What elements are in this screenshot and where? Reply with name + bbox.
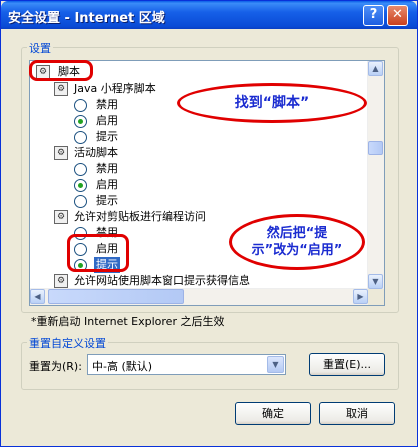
title-bar: 安全设置 - Internet 区域 ? ✕ bbox=[1, 1, 417, 29]
annotation-change-text: 然后把“提示”改为“启用” bbox=[251, 226, 343, 258]
window-title: 安全设置 - Internet 区域 bbox=[8, 11, 165, 26]
vertical-scroll-thumb[interactable] bbox=[368, 141, 383, 155]
radio-button-checked[interactable] bbox=[74, 179, 87, 192]
radio-button[interactable] bbox=[74, 195, 87, 208]
option-label: 禁用 bbox=[96, 98, 118, 111]
reset-group-label: 重置自定义设置 bbox=[27, 335, 108, 351]
horizontal-scrollbar[interactable]: ◀ ▶ bbox=[30, 288, 368, 305]
highlight-clipboard-options bbox=[67, 234, 129, 272]
settings-icon: ⚙ bbox=[54, 210, 68, 224]
highlight-script-item bbox=[29, 60, 93, 81]
reset-to-label: 重置为(R): bbox=[29, 360, 82, 373]
reset-level-value: 中-高 (默认) bbox=[92, 360, 153, 373]
tree-item-website-label: 允许网站使用脚本窗口提示获得信息 bbox=[74, 274, 250, 287]
radio-button[interactable] bbox=[74, 163, 87, 176]
ok-button[interactable]: 确定 bbox=[235, 402, 311, 425]
reset-level-dropdown[interactable]: 中-高 (默认) ▼ bbox=[87, 354, 286, 375]
restart-note: *重新启动 Internet Explorer 之后生效 bbox=[31, 315, 225, 328]
settings-icon: ⚙ bbox=[54, 274, 68, 288]
scroll-right-button[interactable]: ▶ bbox=[353, 289, 368, 304]
help-button[interactable]: ? bbox=[363, 5, 384, 26]
annotation-change-to-enable: 然后把“提示”改为“启用” bbox=[229, 214, 365, 270]
radio-button[interactable] bbox=[74, 131, 87, 144]
tree-item-java-label: Java 小程序脚本 bbox=[74, 82, 156, 95]
close-button[interactable]: ✕ bbox=[387, 5, 408, 26]
annotation-find-text: 找到“脚本” bbox=[234, 95, 310, 111]
option-label: 禁用 bbox=[96, 162, 118, 175]
chevron-down-icon[interactable]: ▼ bbox=[267, 356, 284, 373]
radio-button-checked[interactable] bbox=[74, 115, 87, 128]
horizontal-scroll-thumb[interactable] bbox=[48, 289, 184, 304]
option-label: 启用 bbox=[96, 178, 118, 191]
scrollbar-corner bbox=[368, 289, 384, 305]
option-label: 提示 bbox=[96, 194, 118, 207]
settings-group-label: 设置 bbox=[27, 40, 53, 56]
settings-icon: ⚙ bbox=[54, 82, 68, 96]
settings-icon: ⚙ bbox=[54, 146, 68, 160]
scroll-down-button[interactable]: ▼ bbox=[368, 274, 383, 289]
option-label: 提示 bbox=[96, 130, 118, 143]
tree-item-active-label: 活动脚本 bbox=[74, 146, 118, 159]
reset-button[interactable]: 重置(E)... bbox=[309, 353, 385, 376]
vertical-scrollbar[interactable]: ▲ ▼ bbox=[367, 61, 384, 289]
cancel-button[interactable]: 取消 bbox=[319, 402, 395, 425]
scroll-up-button[interactable]: ▲ bbox=[368, 61, 383, 76]
annotation-find-script: 找到“脚本” bbox=[177, 83, 367, 123]
scroll-left-button[interactable]: ◀ bbox=[30, 289, 45, 304]
radio-button[interactable] bbox=[74, 99, 87, 112]
option-label: 启用 bbox=[96, 114, 118, 127]
security-settings-window: 安全设置 - Internet 区域 ? ✕ 设置 ⚙ 脚本 ⚙ Java 小程… bbox=[0, 0, 418, 447]
tree-item-clipboard-label: 允许对剪贴板进行编程访问 bbox=[74, 210, 206, 223]
